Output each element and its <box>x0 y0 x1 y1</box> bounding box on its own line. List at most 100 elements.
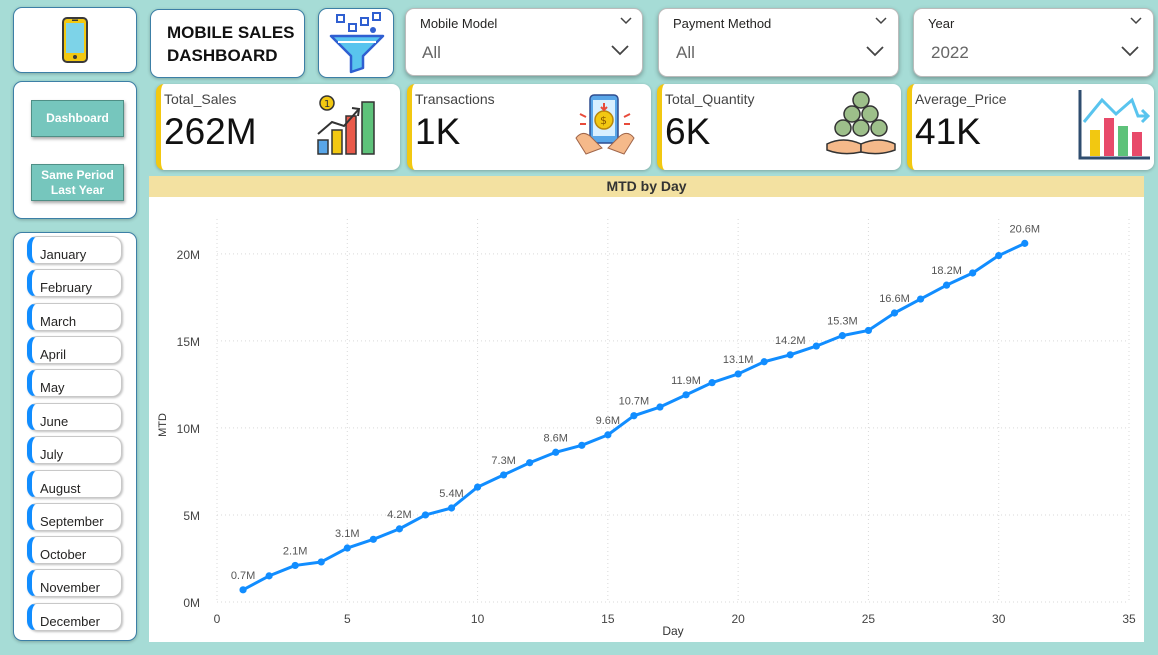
data-point <box>265 572 273 580</box>
kpi-value: 6K <box>665 111 711 152</box>
axis-labels: 0M 5M 10M 15M 20M 0 5 10 15 20 25 30 35 <box>177 248 1136 626</box>
chart-arrow-icon <box>1078 90 1151 160</box>
data-point <box>552 448 560 456</box>
month-item-september[interactable]: September <box>27 503 122 531</box>
data-point <box>890 309 899 317</box>
data-point <box>682 391 690 399</box>
x-tick-label: 15 <box>601 612 615 626</box>
data-point <box>630 412 638 420</box>
month-item-june[interactable]: June <box>27 403 122 431</box>
data-point <box>786 351 794 359</box>
x-tick-label: 35 <box>1122 612 1136 626</box>
kpi-label: Average_Price <box>915 91 1007 107</box>
data-point <box>864 326 873 335</box>
month-item-december[interactable]: December <box>27 603 122 631</box>
data-label: 18.2M <box>931 265 962 277</box>
slicer-payment-method-value[interactable]: All <box>676 43 695 63</box>
month-item-october[interactable]: October <box>27 536 122 564</box>
bar-chart-trophy-icon: 1 <box>317 95 375 155</box>
slicer-mobile-model[interactable]: Mobile Model All <box>405 8 643 76</box>
chevron-down-icon[interactable] <box>875 17 887 25</box>
data-label: 13.1M <box>723 354 754 366</box>
data-label: 3.1M <box>335 528 359 540</box>
kpi-card-transactions: Transactions 1K $ <box>407 84 651 170</box>
phone-payment-icon: $ <box>575 94 635 155</box>
dropdown-chevron-icon[interactable] <box>1121 46 1139 57</box>
x-tick-label: 30 <box>992 612 1006 626</box>
data-point <box>734 370 742 378</box>
funnel-filter-icon <box>329 12 385 74</box>
y-tick-label: 10M <box>177 422 200 436</box>
data-point <box>239 586 247 594</box>
data-point <box>369 535 377 543</box>
logo-card <box>13 7 137 73</box>
data-point <box>473 483 482 491</box>
kpi-value: 41K <box>915 111 981 152</box>
data-label: 9.6M <box>596 415 620 427</box>
same-period-last-year-button[interactable]: Same Period Last Year <box>31 164 124 201</box>
slicer-mobile-model-value[interactable]: All <box>422 43 441 63</box>
month-item-february[interactable]: February <box>27 269 122 297</box>
data-point <box>343 544 351 552</box>
smartphone-icon <box>62 17 88 63</box>
data-point <box>291 561 299 570</box>
data-point <box>421 511 430 519</box>
y-tick-label: 15M <box>177 335 200 349</box>
month-item-july[interactable]: July <box>27 436 122 464</box>
slicer-year[interactable]: Year 2022 <box>913 8 1154 77</box>
data-point <box>943 281 951 289</box>
y-axis-title: MTD <box>157 413 169 437</box>
data-label: 14.2M <box>775 335 806 347</box>
dropdown-chevron-icon[interactable] <box>866 46 884 57</box>
y-tick-label: 0M <box>183 596 200 610</box>
month-item-november[interactable]: November <box>27 569 122 597</box>
coins-hands-icon <box>826 91 896 155</box>
slicer-payment-method-label: Payment Method <box>673 16 772 31</box>
month-item-august[interactable]: August <box>27 470 122 498</box>
data-label: 0.7M <box>231 570 255 582</box>
slicer-mobile-model-label: Mobile Model <box>420 16 498 31</box>
svg-text:1: 1 <box>324 99 330 110</box>
y-tick-label: 20M <box>177 248 200 262</box>
x-tick-label: 10 <box>471 612 485 626</box>
data-label: 11.9M <box>671 375 701 387</box>
month-item-march[interactable]: March <box>27 303 122 331</box>
kpi-value: 262M <box>164 111 257 152</box>
y-tick-label: 5M <box>183 509 200 523</box>
data-point <box>760 358 768 366</box>
chevron-down-icon[interactable] <box>1130 17 1142 25</box>
dashboard-title-line2: DASHBOARD <box>167 46 278 65</box>
kpi-value: 1K <box>415 111 461 152</box>
x-axis-title: Day <box>662 624 683 638</box>
kpi-card-average-price: Average_Price 41K <box>907 84 1154 170</box>
slicer-year-label: Year <box>928 16 955 31</box>
data-point <box>395 525 403 533</box>
series-line <box>239 239 1029 594</box>
dashboard-button[interactable]: Dashboard <box>31 100 124 137</box>
data-point <box>995 251 1003 260</box>
data-point <box>447 504 456 512</box>
month-item-may[interactable]: May <box>27 369 122 397</box>
chevron-down-icon[interactable] <box>620 17 632 25</box>
month-item-january[interactable]: January <box>27 236 122 264</box>
data-point <box>812 342 820 350</box>
data-label: 5.4M <box>439 488 463 500</box>
kpi-label: Total_Sales <box>164 91 237 107</box>
filter-card[interactable] <box>318 8 394 78</box>
x-tick-label: 5 <box>344 612 351 626</box>
data-point <box>317 558 325 566</box>
month-item-april[interactable]: April <box>27 336 122 364</box>
dashboard-title-line1: MOBILE SALES <box>167 23 295 42</box>
data-label: 4.2M <box>387 509 411 521</box>
data-point <box>656 403 664 411</box>
slicer-payment-method[interactable]: Payment Method All <box>658 8 899 77</box>
svg-text:$: $ <box>600 114 607 127</box>
data-label: 7.3M <box>491 455 515 467</box>
data-label: 2.1M <box>283 545 307 557</box>
data-point <box>526 459 534 467</box>
slicer-year-value[interactable]: 2022 <box>931 43 969 63</box>
data-labels: 0.7M 2.1M 3.1M 4.2M 5.4M 7.3M 8.6M 9.6M 10.7M 11.… <box>231 223 1040 581</box>
data-point <box>969 269 977 277</box>
x-tick-label: 25 <box>862 612 876 626</box>
dropdown-chevron-icon[interactable] <box>611 45 629 56</box>
